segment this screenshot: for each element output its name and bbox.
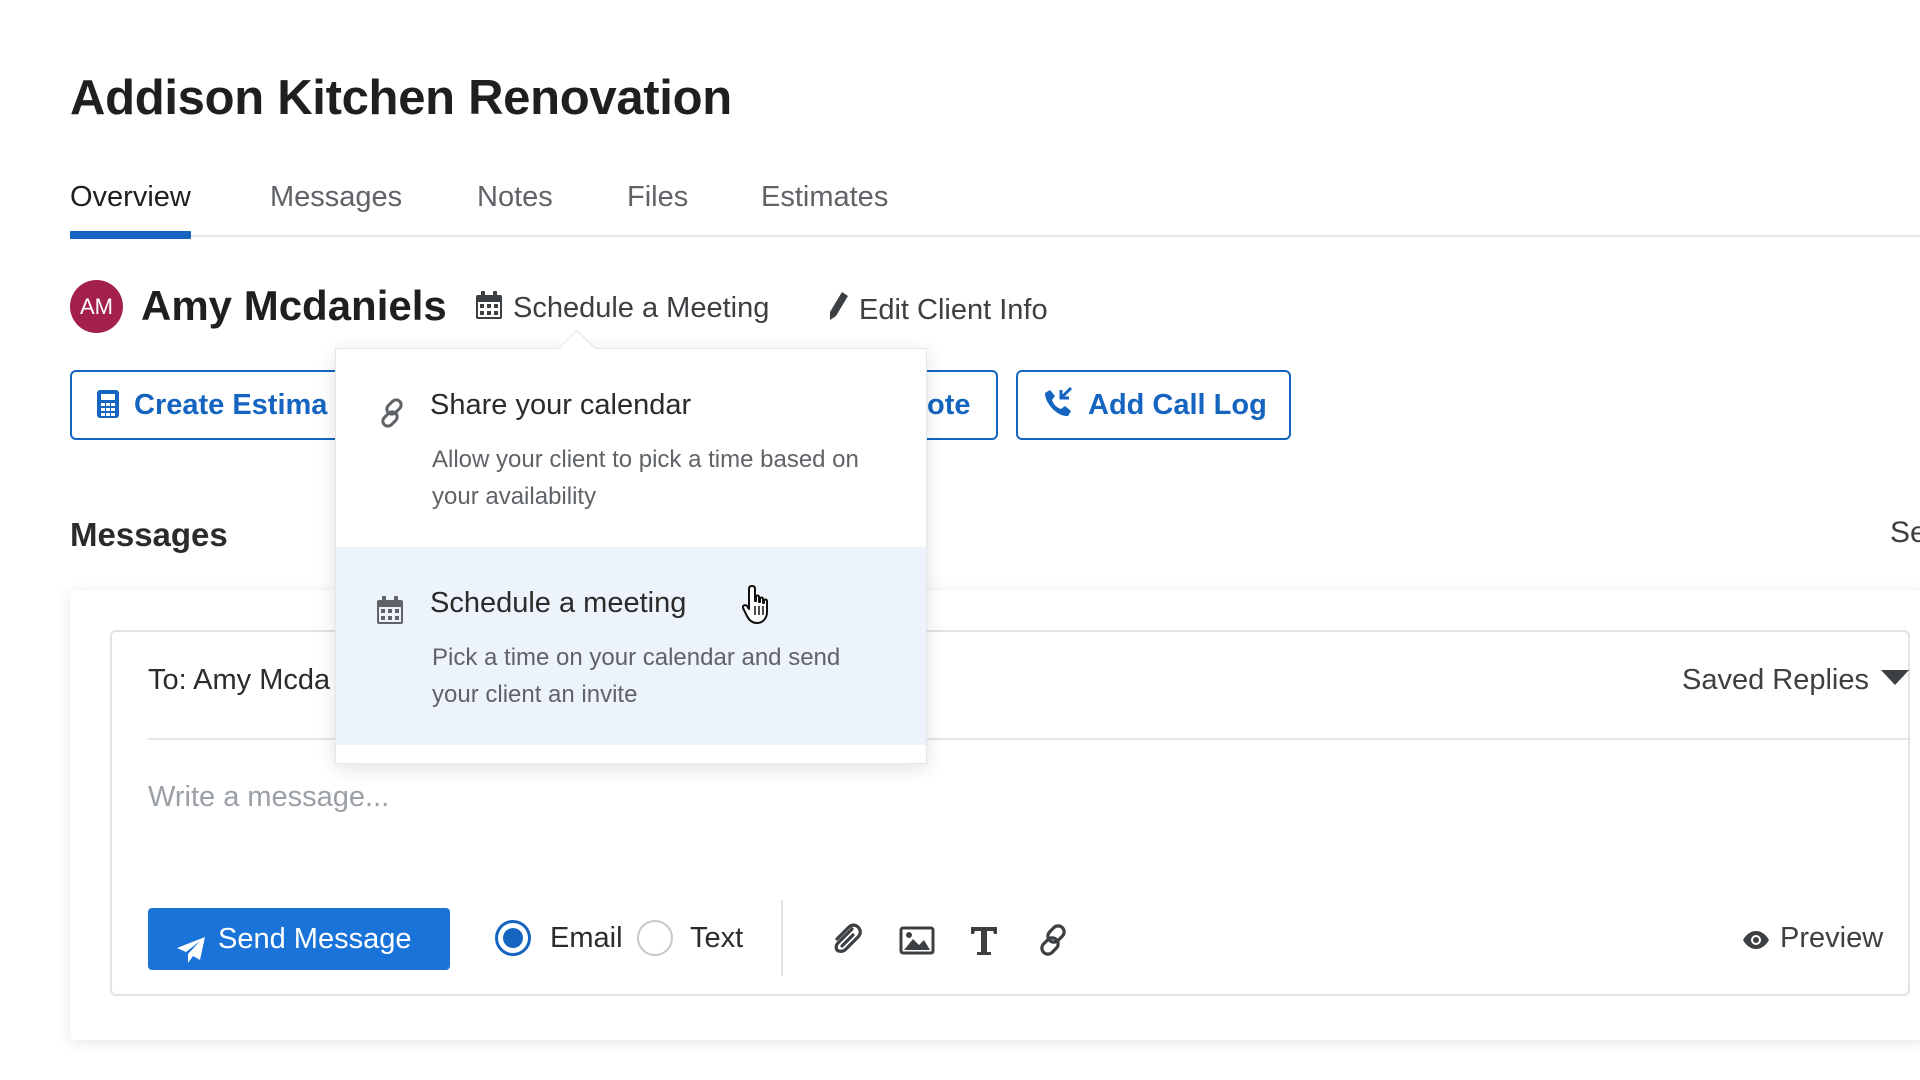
saved-replies-dropdown[interactable]: Saved Replies — [1682, 664, 1909, 697]
edit-client-info-button[interactable]: Edit Client Info — [827, 290, 1048, 330]
tab-notes[interactable]: Notes — [477, 175, 553, 237]
client-name: Amy Mcdaniels — [141, 282, 447, 329]
add-call-log-button[interactable]: Add Call Log — [1016, 370, 1291, 440]
tab-files[interactable]: Files — [627, 175, 688, 237]
share-calendar-option[interactable]: Share your calendar Allow your client to… — [336, 349, 926, 547]
tab-overview[interactable]: Overview — [70, 175, 191, 239]
page-title: Addison Kitchen Renovation — [70, 71, 732, 125]
avatar: AM — [70, 280, 123, 333]
email-radio-label[interactable]: Email — [550, 920, 623, 956]
preview-label: Preview — [1780, 922, 1884, 954]
caret-down-icon — [1881, 670, 1909, 685]
pencil-icon — [827, 290, 849, 330]
recipient-field[interactable]: To: Amy Mcda — [148, 664, 330, 697]
schedule-meeting-label: Schedule a Meeting — [513, 292, 770, 324]
paperclip-icon[interactable] — [828, 921, 866, 959]
share-calendar-title: Share your calendar — [430, 389, 692, 421]
schedule-meeting-title: Schedule a meeting — [430, 587, 687, 619]
text-radio[interactable] — [637, 920, 673, 956]
text-radio-label[interactable]: Text — [690, 920, 743, 956]
add-note-label: ote — [927, 389, 971, 421]
tab-bar: Overview Messages Notes Files Estimates — [70, 175, 1920, 239]
toolbar-divider — [781, 900, 783, 976]
link-icon[interactable] — [1034, 921, 1072, 959]
section-right-link[interactable]: Se — [1890, 516, 1920, 550]
message-input[interactable] — [148, 772, 1748, 822]
share-calendar-description: Allow your client to pick a time based o… — [432, 446, 859, 510]
calendar-icon — [475, 290, 503, 328]
schedule-meeting-description: Pick a time on your calendar and send yo… — [432, 644, 841, 708]
email-radio[interactable] — [495, 920, 531, 956]
add-call-log-label: Add Call Log — [1088, 389, 1267, 421]
calendar-icon — [376, 595, 404, 630]
tab-messages[interactable]: Messages — [270, 175, 402, 237]
edit-client-info-label: Edit Client Info — [859, 294, 1048, 326]
saved-replies-label: Saved Replies — [1682, 664, 1869, 696]
schedule-meeting-option[interactable]: Schedule a meeting Pick a time on your c… — [336, 547, 926, 745]
paper-plane-icon — [176, 924, 206, 986]
messages-section-title: Messages — [70, 516, 228, 553]
schedule-dropdown-menu: Share your calendar Allow your client to… — [335, 329, 927, 764]
phone-call-icon — [1042, 377, 1074, 438]
create-estimate-button[interactable]: Create Estima — [70, 370, 370, 440]
send-message-label: Send Message — [218, 923, 412, 955]
link-icon — [376, 397, 408, 434]
text-format-icon[interactable] — [965, 921, 1003, 959]
preview-button[interactable]: Preview — [1742, 922, 1883, 958]
create-estimate-label: Create Estima — [134, 389, 328, 421]
schedule-meeting-button[interactable]: Schedule a Meeting — [475, 290, 769, 328]
calculator-icon — [96, 377, 120, 438]
send-message-button[interactable]: Send Message — [148, 908, 450, 970]
eye-icon — [1742, 925, 1770, 958]
hand-pointer-icon — [741, 584, 776, 631]
image-icon[interactable] — [898, 921, 936, 959]
tab-estimates[interactable]: Estimates — [761, 175, 888, 237]
